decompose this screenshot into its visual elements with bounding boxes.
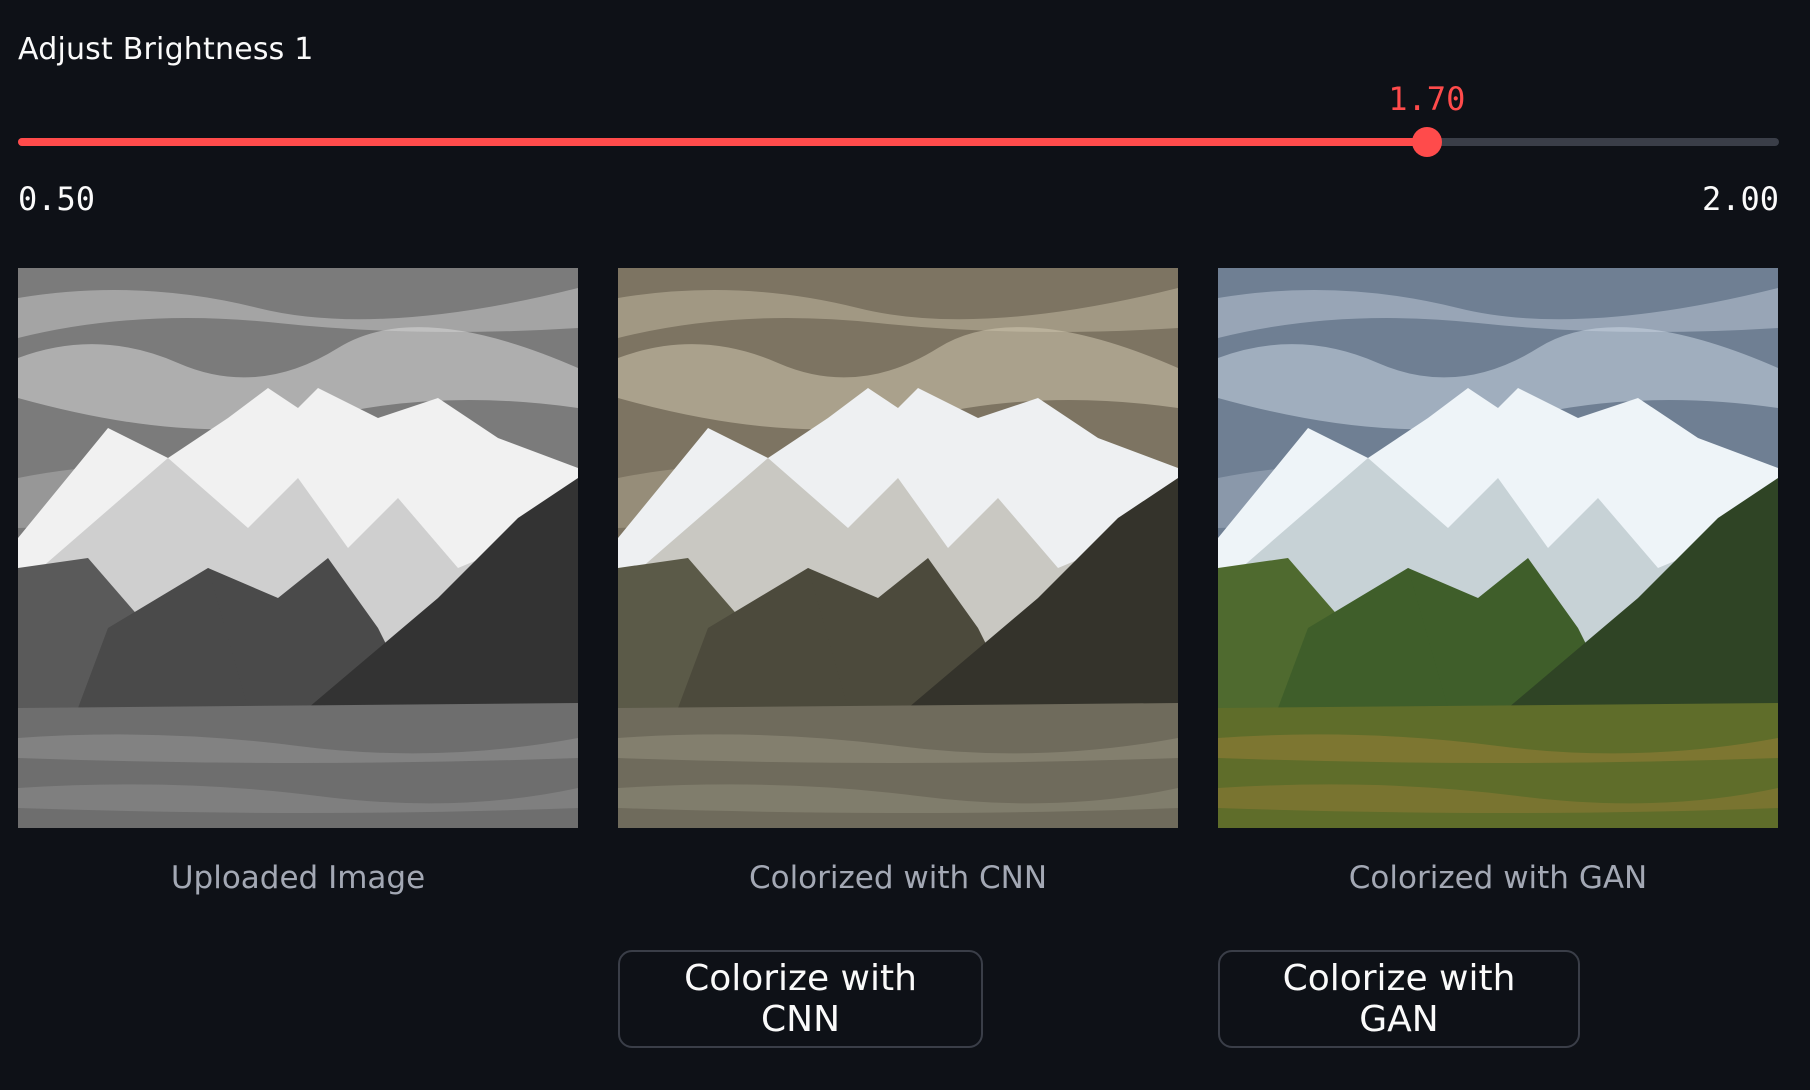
uploaded-image bbox=[18, 268, 578, 828]
slider-thumb[interactable] bbox=[1411, 127, 1442, 157]
cnn-colorized-image bbox=[618, 268, 1178, 828]
cnn-image-caption: Colorized with CNN bbox=[748, 860, 1048, 896]
gan-image-caption: Colorized with GAN bbox=[1348, 860, 1648, 896]
slider-min-label: 0.50 bbox=[18, 180, 96, 218]
gan-image-column: Colorized with GAN bbox=[1218, 268, 1778, 896]
uploaded-image-column: Uploaded Image bbox=[18, 268, 578, 896]
colorize-gan-button[interactable]: Colorize with GAN bbox=[1218, 950, 1580, 1048]
slider-fill bbox=[18, 138, 1427, 146]
gan-colorized-image bbox=[1218, 268, 1778, 828]
colorize-cnn-button[interactable]: Colorize with CNN bbox=[618, 950, 983, 1048]
cnn-image-column: Colorized with CNN bbox=[618, 268, 1178, 896]
slider-label: Adjust Brightness 1 bbox=[18, 32, 314, 67]
slider-current-value: 1.70 bbox=[1388, 80, 1466, 118]
brightness-slider[interactable]: 1.70 bbox=[18, 80, 1779, 164]
slider-max-label: 2.00 bbox=[1701, 180, 1779, 218]
uploaded-image-caption: Uploaded Image bbox=[170, 860, 426, 896]
